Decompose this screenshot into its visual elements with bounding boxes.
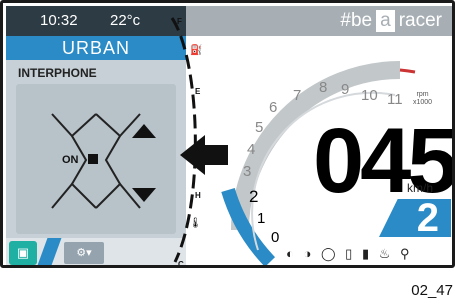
gear-value: 2 — [416, 196, 439, 240]
brand-prefix: #be — [340, 10, 373, 31]
speed-unit: km/h — [407, 181, 434, 195]
oil-icon: ♨ — [378, 246, 394, 261]
coolant-temp-icon: 🌡 — [189, 218, 202, 229]
fuel-full-label: F — [177, 17, 182, 26]
low-beam-icon: ◑ — [303, 246, 315, 261]
rpm-unit-label: rpm x1000 — [413, 91, 432, 106]
temp-hot-label: H — [195, 191, 201, 200]
figure-caption: 02_47 — [411, 282, 453, 299]
rpm-tick-2: 2 — [249, 187, 259, 206]
rpm-tick-1: 1 — [257, 210, 266, 227]
battery-icon: ▮ — [361, 246, 373, 261]
brand-box: a — [376, 10, 395, 32]
rpm-redline — [399, 68, 416, 74]
tyre-pressure-icon: ◯ — [320, 246, 339, 261]
brand-logo: #be a racer — [340, 10, 442, 32]
pointer-arrow-icon — [180, 135, 228, 175]
location-icon: ⚲ — [400, 246, 413, 261]
fuel-pump-icon: ⛽ — [190, 45, 203, 56]
rpm-multiplier: x1000 — [413, 98, 433, 106]
speed-readout: 045 — [313, 110, 455, 212]
brand-suffix: racer — [398, 10, 442, 31]
indicator-icons: ◐ ◑ ◯ ▯ ▮ ♨ ⚲ — [286, 246, 413, 262]
temp-cold-label: C — [178, 260, 184, 268]
rpm-tick-7: 7 — [293, 87, 302, 104]
fuel-empty-label: E — [195, 87, 201, 96]
dashboard-screen: 10:32 22°c URBAN INTERPHONE ON ▣ ⚙▾ #be … — [0, 0, 455, 268]
rpm-tick-3: 3 — [243, 163, 252, 180]
rpm-tick-11: 11 — [387, 91, 403, 108]
phone-icon: ▯ — [345, 246, 356, 261]
rpm-tick-8: 8 — [319, 79, 328, 96]
rpm-tick-9: 9 — [341, 81, 350, 98]
rpm-tick-10: 10 — [361, 87, 378, 104]
rpm-tick-4: 4 — [247, 141, 256, 158]
headlight-icon: ◐ — [286, 246, 297, 261]
brand-header: #be a racer — [186, 6, 452, 36]
rpm-tick-0: 0 — [271, 229, 280, 246]
rpm-tick-6: 6 — [269, 99, 278, 116]
rpm-label: rpm — [416, 91, 429, 98]
rpm-tick-5: 5 — [255, 119, 264, 136]
